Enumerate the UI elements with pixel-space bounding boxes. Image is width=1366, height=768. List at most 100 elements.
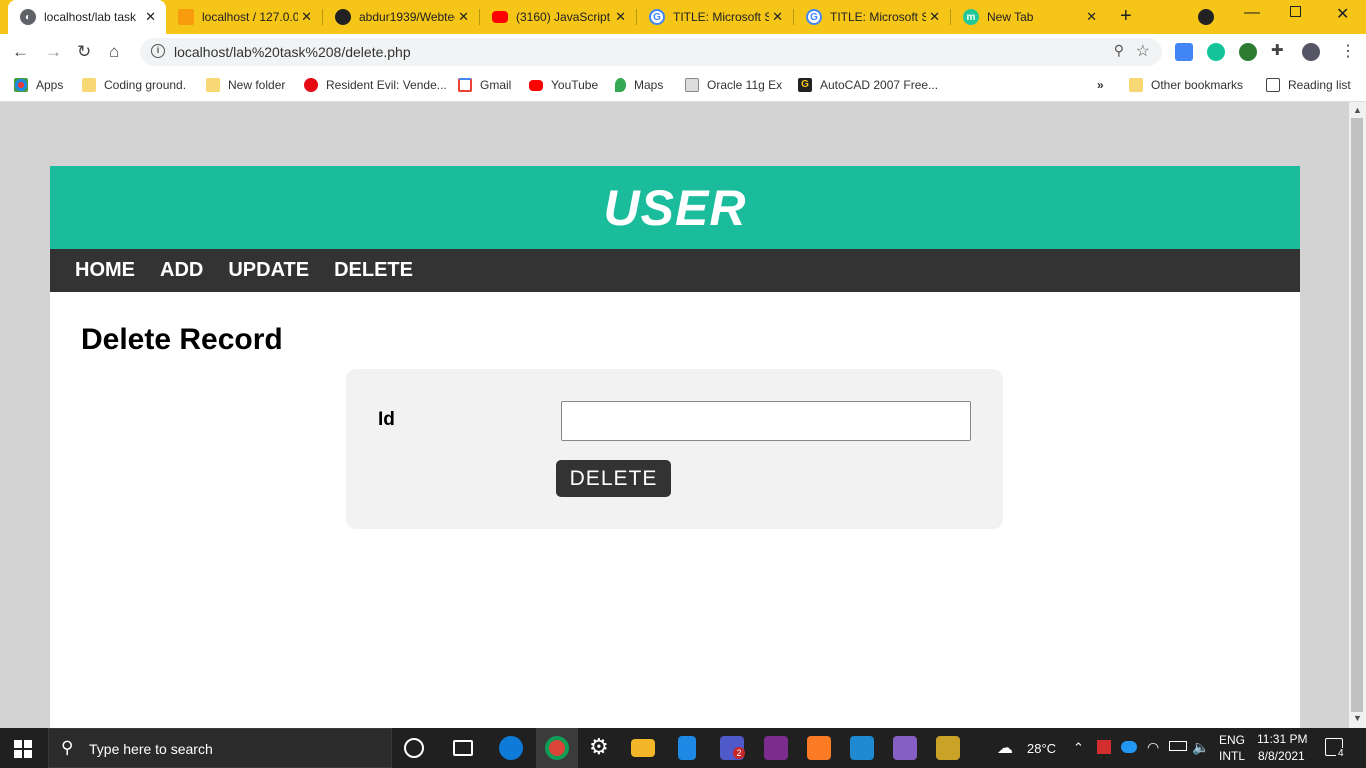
visual-studio-icon[interactable] (893, 736, 917, 760)
tab-google-1[interactable]: G TITLE: Microsoft SQL ✕ (637, 0, 793, 34)
avatar[interactable] (1302, 43, 1320, 61)
pdf-app-icon[interactable] (764, 736, 788, 760)
phpmyadmin-icon (178, 9, 194, 25)
bookmark-autocad[interactable]: G AutoCAD 2007 Free... (798, 78, 938, 92)
delete-button[interactable]: DELETE (556, 460, 671, 497)
reload-icon[interactable]: ↻ (77, 42, 91, 62)
lang-top[interactable]: ENG (1219, 733, 1245, 747)
address-bar[interactable]: i localhost/lab%20task%208/delete.php ⚲ … (140, 38, 1162, 66)
volume-icon[interactable]: 🔈 (1192, 739, 1209, 756)
nav-home[interactable]: HOME (75, 259, 135, 282)
tab-strip: ◐ localhost/lab task 8/delete.php ✕ loca… (0, 0, 1366, 34)
close-tab-icon[interactable]: ✕ (772, 9, 783, 25)
nav-update[interactable]: UPDATE (228, 259, 309, 282)
bookmark-resident-evil[interactable]: Resident Evil: Vende... (304, 78, 447, 92)
section-title: Delete Record (81, 323, 283, 356)
folder-icon (206, 78, 220, 92)
tab-search-icon[interactable] (1198, 9, 1214, 25)
restore-icon[interactable] (1290, 6, 1301, 17)
tray-app-icon[interactable] (1097, 740, 1111, 754)
onedrive-icon[interactable] (1121, 741, 1137, 753)
extension-globe-icon[interactable] (1239, 43, 1257, 61)
bookmark-star-icon[interactable]: ☆ (1136, 41, 1150, 61)
chevron-up-icon[interactable]: ⌃ (1073, 740, 1084, 756)
clock-time[interactable]: 11:31 PM (1257, 732, 1307, 746)
menu-icon[interactable]: ⋮ (1340, 41, 1356, 61)
nav-delete[interactable]: DELETE (334, 259, 413, 282)
back-icon[interactable]: ← (12, 42, 29, 62)
task-view-icon[interactable] (453, 740, 473, 756)
nav-add[interactable]: ADD (160, 259, 203, 282)
xampp-icon[interactable] (807, 736, 831, 760)
wifi-icon[interactable]: ◠ (1147, 739, 1159, 756)
tab-title: TITLE: Microsoft SQL (673, 10, 769, 24)
bookmark-youtube[interactable]: YouTube (529, 78, 598, 92)
apps-grid-icon (14, 78, 28, 92)
cortana-icon[interactable] (404, 738, 424, 758)
notepad-icon[interactable] (678, 736, 696, 760)
lang-bottom[interactable]: INTL (1219, 749, 1245, 763)
tab-github[interactable]: abdur1939/Webtech ✕ (323, 0, 479, 34)
tab-youtube[interactable]: (3160) JavaScript ✕ (480, 0, 636, 34)
url-text: localhost/lab%20task%208/delete.php (174, 44, 411, 60)
minimize-icon[interactable]: — (1244, 4, 1260, 22)
home-icon[interactable]: ⌂ (109, 42, 119, 62)
forward-icon[interactable]: → (45, 42, 62, 62)
new-tab-plus-icon[interactable]: + (1120, 5, 1132, 28)
tab-active[interactable]: ◐ localhost/lab task 8/delete.php ✕ (8, 0, 166, 34)
youtube-icon (529, 79, 543, 91)
autocad-icon: G (798, 78, 812, 92)
close-tab-icon[interactable]: ✕ (929, 9, 940, 25)
bookmark-gmail[interactable]: Gmail (458, 78, 511, 92)
bookmark-new-folder[interactable]: New folder (206, 78, 285, 92)
tab-title: (3160) JavaScript (516, 10, 611, 24)
translate-icon[interactable] (1175, 43, 1193, 61)
bookmark-coding-ground[interactable]: Coding ground. (82, 78, 186, 92)
bookmark-apps[interactable]: Apps (14, 78, 63, 92)
battery-icon[interactable] (1169, 741, 1187, 751)
page-header-title: USER (603, 179, 747, 236)
weather-cloud-icon[interactable]: ☁ (997, 738, 1013, 758)
search-icon: ⚲ (61, 738, 74, 757)
bookmarks-overflow[interactable]: » (1097, 78, 1104, 92)
close-tab-icon[interactable]: ✕ (458, 9, 469, 25)
scroll-up-icon[interactable]: ▲ (1353, 105, 1362, 115)
close-tab-icon[interactable]: ✕ (615, 9, 626, 25)
site-header: USER (50, 166, 1300, 249)
bookmark-other[interactable]: Other bookmarks (1129, 78, 1243, 92)
app-icon[interactable] (936, 736, 960, 760)
media-player-icon[interactable] (850, 736, 874, 760)
settings-gear-icon[interactable]: ⚙ (589, 734, 613, 759)
delete-form: Id DELETE (346, 369, 1003, 529)
reading-list[interactable]: Reading list (1266, 78, 1351, 92)
page-scrollbar[interactable]: ▲ ▼ (1349, 102, 1366, 728)
gmail-icon (458, 78, 472, 92)
file-explorer-icon[interactable] (631, 739, 655, 757)
chrome-icon[interactable] (545, 736, 569, 760)
scroll-thumb[interactable] (1351, 118, 1363, 712)
id-label: Id (378, 409, 395, 430)
close-tab-icon[interactable]: ✕ (301, 9, 312, 25)
close-window-icon[interactable]: ✕ (1336, 4, 1349, 24)
site-info-icon[interactable]: i (151, 44, 165, 58)
scroll-down-icon[interactable]: ▼ (1353, 713, 1362, 723)
reading-list-icon (1266, 78, 1280, 92)
tab-new-tab[interactable]: m New Tab ✕ (951, 0, 1107, 34)
tab-google-2[interactable]: G TITLE: Microsoft SQL ✕ (794, 0, 950, 34)
bookmark-maps[interactable]: Maps (615, 78, 663, 92)
grammarly-icon[interactable] (1207, 43, 1225, 61)
close-tab-icon[interactable]: ✕ (1086, 9, 1097, 25)
extensions-puzzle-icon[interactable]: ✚ (1271, 41, 1289, 59)
folder-icon (82, 78, 96, 92)
taskbar-search[interactable]: ⚲ Type here to search (48, 728, 392, 768)
close-tab-icon[interactable]: ✕ (145, 9, 156, 25)
weather-temp[interactable]: 28°C (1027, 741, 1056, 756)
tab-phpmyadmin[interactable]: localhost / 127.0.0.1 ✕ (166, 0, 322, 34)
id-input[interactable] (561, 401, 971, 441)
bookmark-oracle[interactable]: Oracle 11g Ex (685, 78, 782, 92)
zoom-icon[interactable]: ⚲ (1114, 42, 1124, 59)
edge-icon[interactable] (499, 736, 523, 760)
google-icon: G (649, 9, 665, 25)
clock-date[interactable]: 8/8/2021 (1258, 749, 1305, 763)
windows-start-icon[interactable] (14, 740, 32, 758)
